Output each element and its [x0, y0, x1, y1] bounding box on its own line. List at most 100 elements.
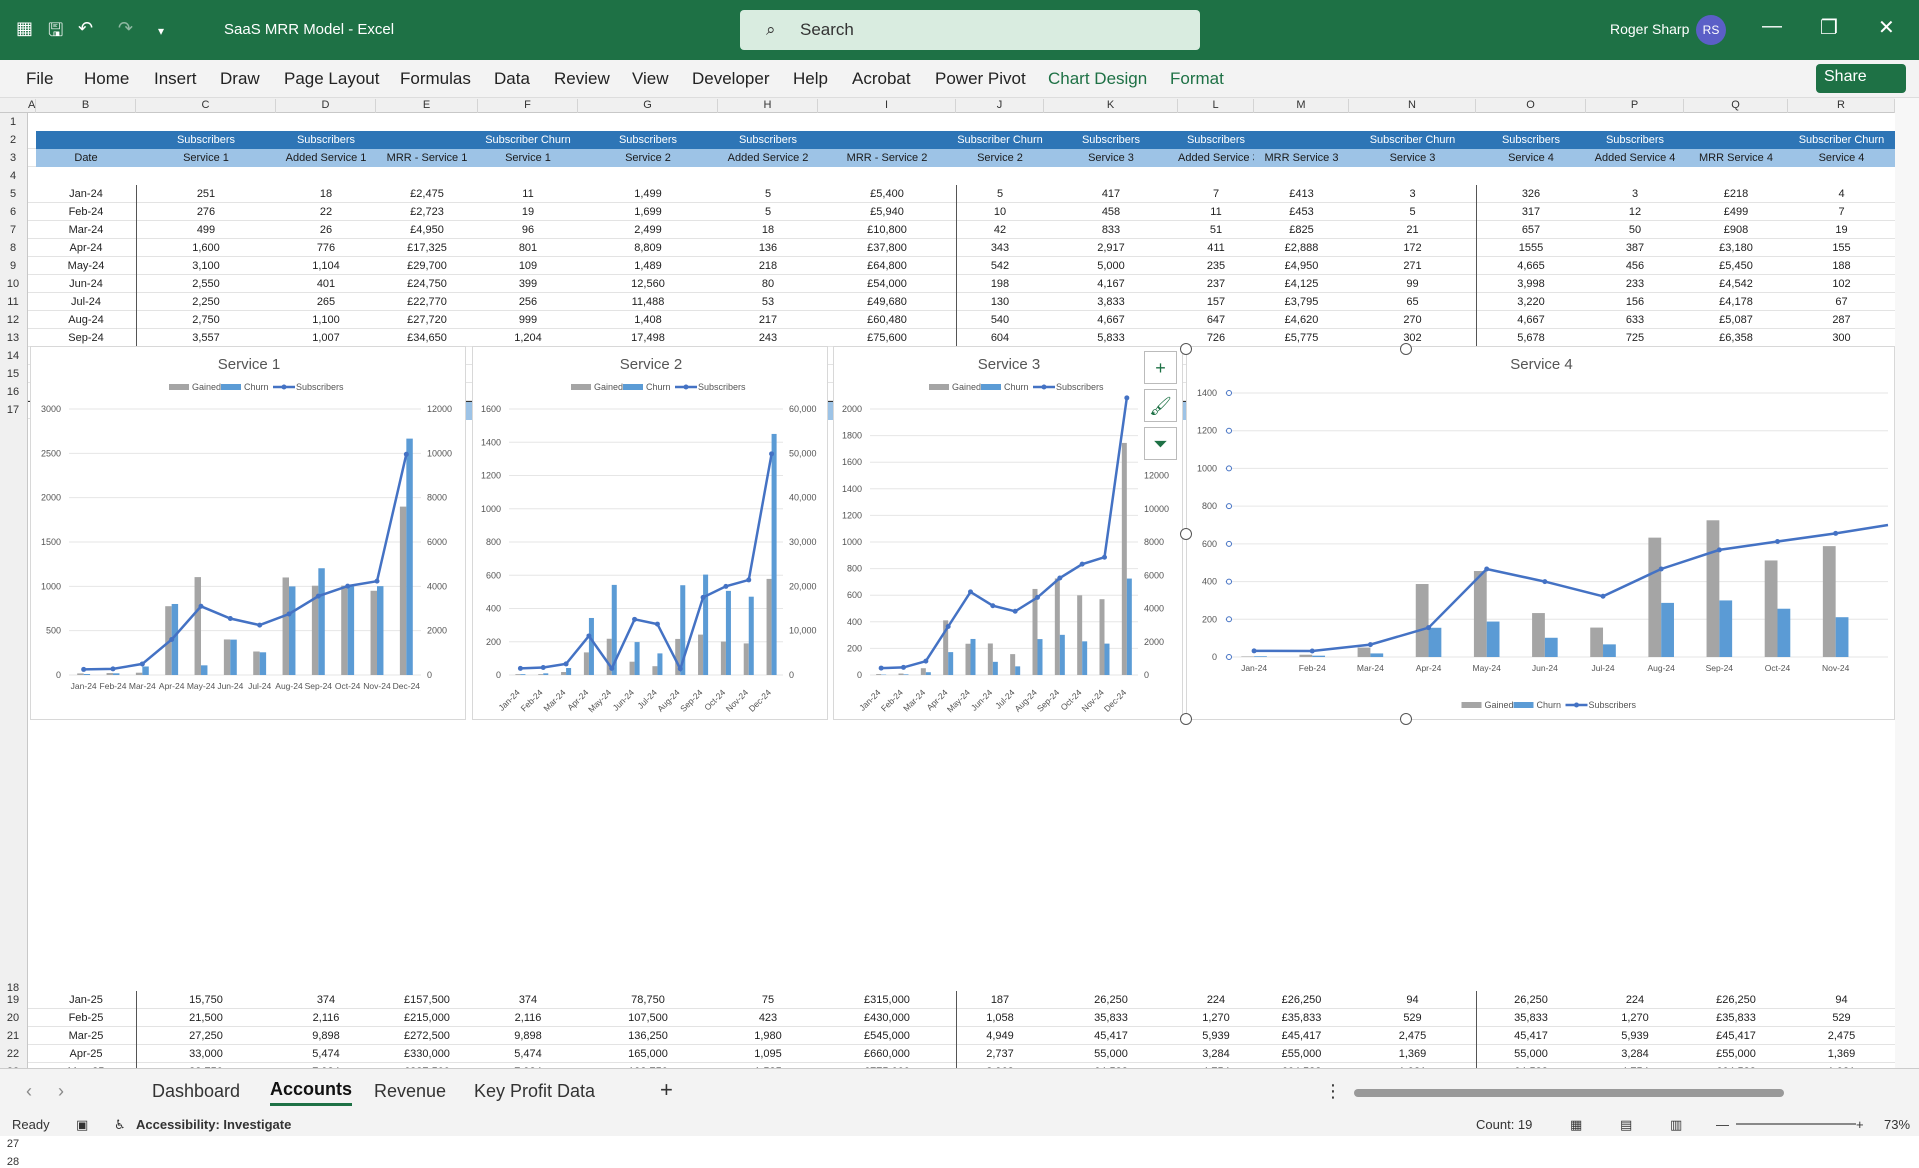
bar-churn[interactable] [749, 597, 754, 675]
cell[interactable]: £5,940 [818, 203, 956, 221]
cell[interactable]: 26,250 [1476, 991, 1586, 1009]
cell[interactable]: 99 [1349, 275, 1476, 293]
cell[interactable]: Service 3 [1349, 149, 1476, 167]
cell[interactable]: Subscribers [136, 131, 276, 149]
row-header[interactable]: 19 [0, 994, 26, 1006]
cell[interactable]: 1,489 [578, 257, 718, 275]
bar-churn[interactable] [657, 653, 662, 675]
cell[interactable]: £17,325 [376, 239, 478, 257]
cell[interactable]: Subscribers [578, 131, 718, 149]
cell[interactable]: 647 [1178, 311, 1254, 329]
cell[interactable]: 26,250 [1044, 991, 1178, 1009]
row-header[interactable]: 11 [0, 296, 26, 308]
bar-gained[interactable] [744, 643, 749, 675]
subscribers-point[interactable] [923, 659, 928, 664]
cell[interactable]: 999 [478, 311, 578, 329]
subscribers-point[interactable] [1601, 594, 1606, 599]
cell[interactable]: 94 [1788, 991, 1895, 1009]
tab-developer[interactable]: Developer [692, 69, 770, 89]
bar-churn[interactable] [1254, 656, 1267, 657]
chart-resize-handle[interactable] [1180, 713, 1192, 725]
cell[interactable]: Feb-25 [36, 1009, 136, 1027]
cell[interactable]: 2,116 [276, 1009, 376, 1027]
bar-churn[interactable] [971, 639, 976, 675]
cell[interactable]: 1,600 [136, 239, 276, 257]
sheet-scroll-left-icon[interactable]: ‹ [26, 1081, 32, 1102]
subscribers-point[interactable] [769, 451, 774, 456]
bar-churn[interactable] [948, 652, 953, 675]
cell[interactable]: 198 [956, 275, 1044, 293]
cell[interactable]: 801 [478, 239, 578, 257]
cell[interactable]: £4,620 [1254, 311, 1349, 329]
cell[interactable]: 9,898 [276, 1027, 376, 1045]
subscribers-point[interactable] [140, 661, 145, 666]
cell[interactable]: 27,250 [136, 1027, 276, 1045]
cell[interactable]: 2,475 [1349, 1027, 1476, 1045]
bar-churn[interactable] [1060, 635, 1065, 675]
bar-churn[interactable] [1836, 617, 1849, 657]
cell[interactable]: 188 [1788, 257, 1895, 275]
cell[interactable]: £5,400 [818, 185, 956, 203]
bar-gained[interactable] [988, 643, 993, 675]
cell[interactable]: £545,000 [818, 1027, 956, 1045]
column-header-j[interactable]: J [956, 99, 1044, 113]
subscribers-point[interactable] [746, 577, 751, 582]
cell[interactable]: Added Service 4 [1586, 149, 1684, 167]
subscribers-point[interactable] [1542, 579, 1547, 584]
cell[interactable] [376, 131, 478, 149]
cell[interactable]: 499 [136, 221, 276, 239]
cell[interactable]: £215,000 [376, 1009, 478, 1027]
cell[interactable]: Jul-24 [36, 293, 136, 311]
cell[interactable]: 2,250 [136, 293, 276, 311]
cell[interactable]: 387 [1586, 239, 1684, 257]
cell[interactable]: £4,950 [376, 221, 478, 239]
cell[interactable]: £26,250 [1684, 991, 1788, 1009]
cell[interactable]: £413 [1254, 185, 1349, 203]
column-header-l[interactable]: L [1178, 99, 1254, 113]
cell[interactable] [1254, 131, 1349, 149]
cell[interactable]: £4,125 [1254, 275, 1349, 293]
tab-formulas[interactable]: Formulas [400, 69, 471, 89]
bar-gained[interactable] [77, 673, 83, 675]
cell[interactable]: 5 [718, 203, 818, 221]
bar-churn[interactable] [377, 586, 383, 675]
cell[interactable]: 78,750 [578, 991, 718, 1009]
cell[interactable]: 11 [1178, 203, 1254, 221]
cell[interactable] [1684, 131, 1788, 149]
tab-format[interactable]: Format [1170, 69, 1224, 89]
cell[interactable]: 374 [478, 991, 578, 1009]
subscribers-point[interactable] [541, 665, 546, 670]
bar-gained[interactable] [899, 674, 904, 675]
cell[interactable]: 300 [1788, 329, 1895, 347]
cell[interactable]: 1,408 [578, 311, 718, 329]
cell[interactable]: £75,600 [818, 329, 956, 347]
subscribers-point[interactable] [968, 589, 973, 594]
cell[interactable]: 218 [718, 257, 818, 275]
cell[interactable]: Subscriber Churn [478, 131, 578, 149]
cell[interactable]: 7 [1178, 185, 1254, 203]
cell[interactable]: 65 [1349, 293, 1476, 311]
column-header-k[interactable]: K [1044, 99, 1178, 113]
cell[interactable]: £29,700 [376, 257, 478, 275]
subscribers-point[interactable] [345, 584, 350, 589]
cell[interactable]: 2,475 [1788, 1027, 1895, 1045]
bar-gained[interactable] [1707, 520, 1720, 657]
cell[interactable]: £60,480 [818, 311, 956, 329]
bar-churn[interactable] [113, 673, 119, 675]
column-header-g[interactable]: G [578, 99, 718, 113]
cell[interactable]: 217 [718, 311, 818, 329]
row-header[interactable]: 12 [0, 314, 26, 326]
bar-churn[interactable] [1312, 656, 1325, 657]
sheet-scroll-right-icon[interactable]: › [58, 1081, 64, 1102]
bar-churn[interactable] [543, 673, 548, 675]
close-icon[interactable]: ✕ [1878, 15, 1895, 40]
cell[interactable]: 3,100 [136, 257, 276, 275]
subscribers-point[interactable] [1035, 595, 1040, 600]
subscribers-point[interactable] [228, 616, 233, 621]
column-header-p[interactable]: P [1586, 99, 1684, 113]
cell[interactable]: £26,250 [1254, 991, 1349, 1009]
subscribers-point[interactable] [990, 603, 995, 608]
cell[interactable]: 9,898 [478, 1027, 578, 1045]
subscribers-point[interactable] [901, 665, 906, 670]
row-header[interactable]: 5 [0, 188, 26, 200]
